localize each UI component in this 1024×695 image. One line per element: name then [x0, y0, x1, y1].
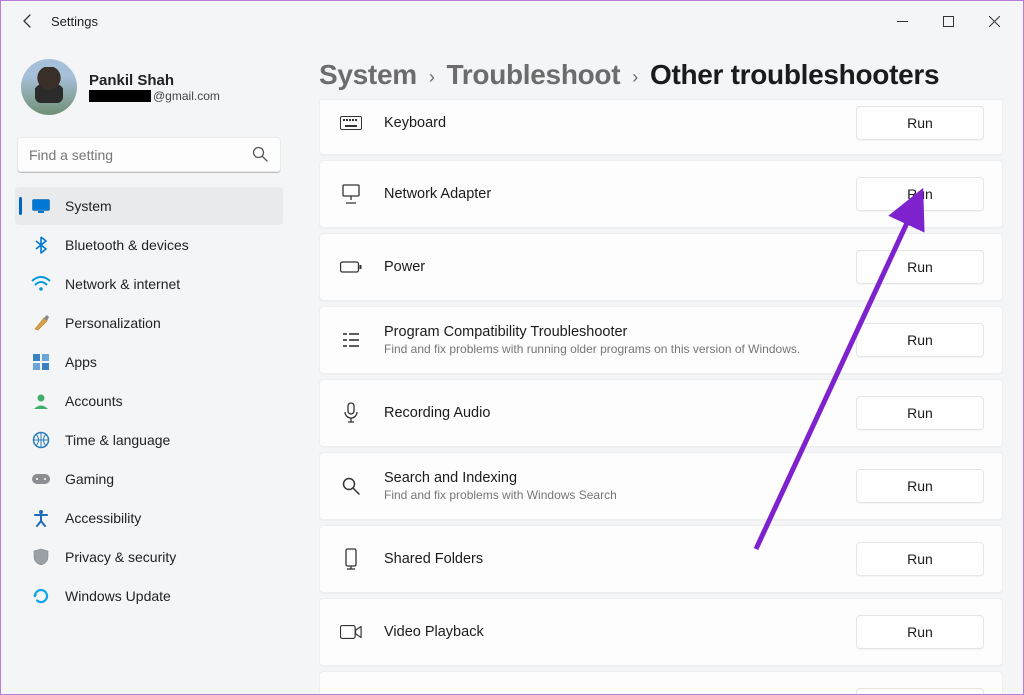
compat-icon: [340, 329, 362, 351]
minimize-icon: [897, 16, 908, 27]
troubleshooter-card: Keyboard Run: [319, 99, 1003, 155]
sidebar-item-label: Personalization: [65, 315, 161, 331]
user-name: Pankil Shah: [89, 72, 220, 89]
sidebar-item-personalization[interactable]: Personalization: [15, 304, 283, 342]
profile-block[interactable]: Pankil Shah @gmail.com: [13, 51, 285, 129]
shield-icon: [31, 547, 51, 567]
chevron-right-icon: ›: [429, 63, 435, 88]
sidebar-item-label: Apps: [65, 354, 97, 370]
avatar: [21, 59, 77, 115]
troubleshooter-title: Program Compatibility Troubleshooter: [384, 324, 834, 340]
keyboard-icon: [340, 112, 362, 134]
arrow-left-icon: [20, 13, 36, 29]
maximize-button[interactable]: [925, 6, 971, 36]
troubleshooter-title: Keyboard: [384, 115, 834, 131]
run-button[interactable]: Run: [856, 615, 984, 649]
run-button[interactable]: Run: [856, 323, 984, 357]
sidebar-item-time-language[interactable]: Time & language: [15, 421, 283, 459]
troubleshooter-card: Recording Audio Run: [319, 379, 1003, 447]
troubleshooter-card: Power Run: [319, 233, 1003, 301]
sidebar-item-label: Privacy & security: [65, 549, 176, 565]
sidebar-item-label: Gaming: [65, 471, 114, 487]
troubleshooter-title: Search and Indexing: [384, 470, 834, 486]
update-icon: [31, 586, 51, 606]
titlebar: Settings: [1, 1, 1023, 41]
minimize-button[interactable]: [879, 6, 925, 36]
run-button[interactable]: Run: [856, 396, 984, 430]
troubleshooter-card: Network Adapter Run: [319, 160, 1003, 228]
sidebar-item-label: Windows Update: [65, 588, 171, 604]
user-email: @gmail.com: [89, 89, 220, 103]
troubleshooter-list: KeyboardRunNetwork AdapterRunPowerRunPro…: [319, 101, 1003, 694]
globe-clock-icon: [31, 430, 51, 450]
troubleshooter-title: Recording Audio: [384, 405, 834, 421]
mic-icon: [340, 402, 362, 424]
main-content: System › Troubleshoot › Other troublesho…: [297, 41, 1023, 694]
search-index-icon: [340, 475, 362, 497]
sidebar-item-accounts[interactable]: Accounts: [15, 382, 283, 420]
person-icon: [31, 391, 51, 411]
search-icon: [251, 145, 269, 163]
sidebar-item-label: Accounts: [65, 393, 123, 409]
wifi-icon: [31, 274, 51, 294]
gamepad-icon: [31, 469, 51, 489]
brush-icon: [31, 313, 51, 333]
breadcrumb: System › Troubleshoot › Other troublesho…: [319, 59, 1003, 91]
sidebar-item-privacy-security[interactable]: Privacy & security: [15, 538, 283, 576]
sidebar-item-system[interactable]: System: [15, 187, 283, 225]
maximize-icon: [943, 16, 954, 27]
sidebar-item-label: Time & language: [65, 432, 170, 448]
network-adapter-icon: [340, 183, 362, 205]
back-button[interactable]: [13, 6, 43, 36]
troubleshooter-card: Video Playback Run: [319, 598, 1003, 666]
troubleshooter-card: Search and Indexing Find and fix problems…: [319, 452, 1003, 520]
run-button[interactable]: Run: [856, 688, 984, 694]
sidebar-item-label: Accessibility: [65, 510, 141, 526]
sidebar-item-label: Network & internet: [65, 276, 180, 292]
troubleshooter-title: Power: [384, 259, 834, 275]
troubleshooter-title: Shared Folders: [384, 551, 834, 567]
sidebar-item-label: Bluetooth & devices: [65, 237, 189, 253]
run-button[interactable]: Run: [856, 542, 984, 576]
display-icon: [31, 196, 51, 216]
breadcrumb-link-troubleshoot[interactable]: Troubleshoot: [447, 59, 621, 91]
apps-icon: [31, 352, 51, 372]
close-icon: [989, 16, 1000, 27]
sidebar-item-windows-update[interactable]: Windows Update: [15, 577, 283, 615]
troubleshooter-title: Network Adapter: [384, 186, 834, 202]
run-button[interactable]: Run: [856, 250, 984, 284]
close-button[interactable]: [971, 6, 1017, 36]
sidebar-item-label: System: [65, 198, 112, 214]
troubleshooter-title: Video Playback: [384, 624, 834, 640]
sidebar-item-network-internet[interactable]: Network & internet: [15, 265, 283, 303]
shared-folders-icon: [340, 548, 362, 570]
app-title: Settings: [51, 14, 98, 29]
run-button[interactable]: Run: [856, 106, 984, 140]
breadcrumb-current: Other troubleshooters: [650, 59, 939, 91]
search-box: [17, 137, 281, 173]
nav-list: System Bluetooth & devices Network & inter…: [13, 187, 285, 615]
sidebar-item-gaming[interactable]: Gaming: [15, 460, 283, 498]
sidebar-item-apps[interactable]: Apps: [15, 343, 283, 381]
troubleshooter-card: Windows Store AppsRun: [319, 671, 1003, 694]
sidebar-item-accessibility[interactable]: Accessibility: [15, 499, 283, 537]
search-input[interactable]: [17, 137, 281, 173]
redacted-box: [89, 90, 151, 102]
sidebar: Pankil Shah @gmail.com System Bluetooth &…: [1, 41, 297, 694]
troubleshooter-card: Program Compatibility Troubleshooter Find…: [319, 306, 1003, 374]
troubleshooter-sub: Find and fix problems with Windows Searc…: [384, 488, 834, 502]
video-icon: [340, 621, 362, 643]
power-icon: [340, 256, 362, 278]
troubleshooter-sub: Find and fix problems with running older…: [384, 342, 834, 356]
troubleshooter-card: Shared Folders Run: [319, 525, 1003, 593]
run-button[interactable]: Run: [856, 469, 984, 503]
run-button[interactable]: Run: [856, 177, 984, 211]
accessibility-icon: [31, 508, 51, 528]
chevron-right-icon: ›: [632, 63, 638, 88]
sidebar-item-bluetooth-devices[interactable]: Bluetooth & devices: [15, 226, 283, 264]
breadcrumb-link-system[interactable]: System: [319, 59, 417, 91]
bluetooth-icon: [31, 235, 51, 255]
